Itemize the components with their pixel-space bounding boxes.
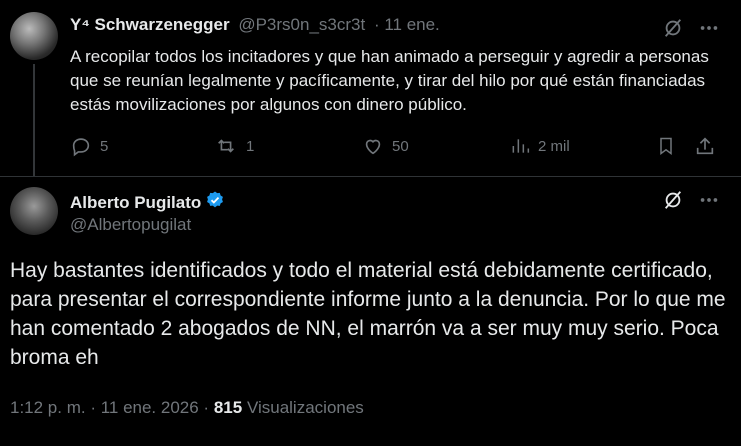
tweet-top-actions: [662, 189, 720, 216]
views-count: 815: [213, 398, 243, 417]
views-count: 2 mil: [538, 137, 570, 155]
reply-icon: [70, 135, 92, 157]
divider: [0, 176, 741, 177]
tweet-top-actions: [662, 17, 720, 44]
tweet-date[interactable]: · 11 ene.: [374, 15, 440, 34]
tweet-timestamp[interactable]: 1:12 p. m. · 11 ene. 2026 ·: [10, 398, 209, 417]
bookmark-icon: [656, 135, 676, 157]
share-button[interactable]: [694, 132, 716, 160]
like-icon: [362, 135, 384, 157]
tweet-text: A recopilar todos los incitadores y que …: [70, 47, 709, 114]
more-icon[interactable]: [698, 189, 720, 216]
views-label: Visualizaciones: [246, 398, 364, 417]
author-handle[interactable]: @Albertopugilat: [70, 215, 191, 235]
tweet-text: Hay bastantes identificados y todo el ma…: [10, 259, 726, 369]
tweet-actions: 5 1 50 2 mil: [70, 132, 720, 160]
avatar[interactable]: [10, 12, 58, 60]
like-count: 50: [392, 137, 409, 155]
tweet-header: Y⁴ Schwarzenegger @P3rs0n_s3cr3t · 11 en…: [70, 15, 440, 35]
more-icon[interactable]: [698, 17, 720, 44]
avatar[interactable]: [10, 187, 58, 235]
author-handle[interactable]: @P3rs0n_s3cr3t: [238, 15, 365, 34]
author-name[interactable]: Alberto Pugilato: [70, 193, 201, 213]
bookmark-button[interactable]: [656, 132, 676, 160]
author-name-row: Alberto Pugilato: [70, 190, 225, 215]
verified-badge-icon: [205, 190, 225, 215]
repost-button[interactable]: 1: [214, 132, 254, 160]
author-prefix: Y⁴: [70, 15, 90, 34]
views-button[interactable]: 2 mil: [510, 132, 570, 160]
tweet-metadata: 1:12 p. m. · 11 ene. 2026 · 815 Visualiz…: [10, 398, 364, 418]
repost-icon: [214, 135, 238, 157]
like-button[interactable]: 50: [362, 132, 409, 160]
views-icon: [510, 135, 530, 157]
reply-count: 5: [100, 137, 109, 155]
repost-count: 1: [246, 137, 255, 155]
reply-button[interactable]: 5: [70, 132, 108, 160]
thread-line: [33, 64, 35, 176]
parent-tweet[interactable]: Y⁴ Schwarzenegger @P3rs0n_s3cr3t · 11 en…: [0, 0, 741, 176]
grok-icon[interactable]: [662, 189, 684, 216]
grok-icon[interactable]: [662, 17, 684, 44]
share-icon: [694, 135, 716, 157]
author-name[interactable]: Schwarzenegger: [94, 15, 229, 34]
